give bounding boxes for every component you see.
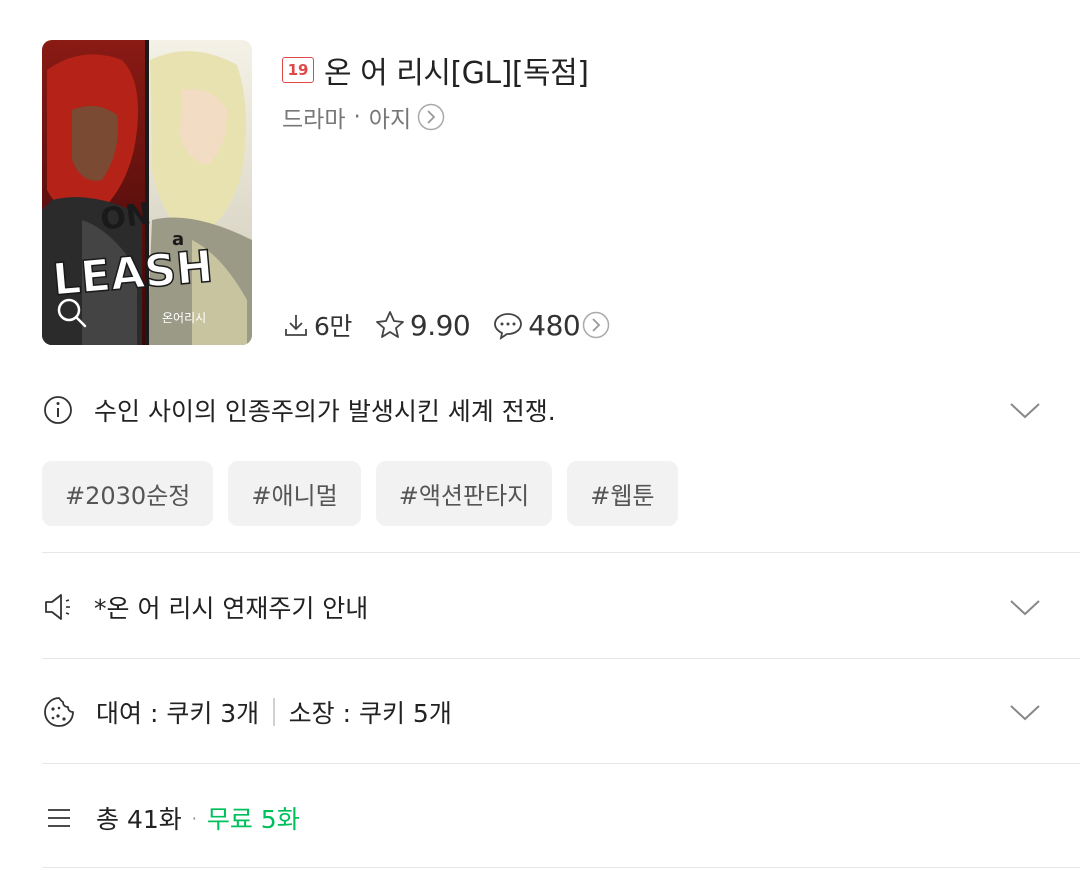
stats-row: 6만 9.90 480	[282, 307, 636, 343]
comment-count[interactable]: 480	[492, 309, 614, 342]
separator-dot: ·	[191, 808, 197, 828]
notice-text: *온 어 리시 연재주기 안내	[94, 594, 369, 623]
separator-dot: ·	[353, 104, 361, 130]
free-episodes: 무료 5화	[206, 805, 300, 834]
chevron-right-circle-icon[interactable]	[417, 103, 445, 131]
comment-icon	[494, 313, 523, 340]
chevron-right-circle-icon[interactable]	[582, 311, 610, 339]
genre-author-row[interactable]: 드라마 · 아지	[282, 100, 445, 134]
download-icon	[285, 315, 307, 336]
cover-image[interactable]: ON a LEASH 온어리시	[42, 40, 252, 345]
description-row[interactable]: 수인 사이의 인종주의가 발생시킨 세계 전쟁.	[42, 380, 1042, 440]
chevron-down-icon[interactable]	[1008, 701, 1042, 723]
search-icon[interactable]	[54, 295, 90, 331]
tag-chip[interactable]: #웹툰	[567, 461, 678, 526]
list-icon	[48, 809, 70, 827]
speaker-icon	[45, 594, 70, 620]
divider	[42, 658, 1080, 659]
episode-row[interactable]: 총 41화 · 무료 5화	[42, 788, 1042, 848]
title-row: 19 온 어 리시[GL][독점]	[282, 48, 589, 92]
author-label: 아지	[368, 107, 412, 133]
divider	[42, 552, 1080, 553]
svg-text:온어리시: 온어리시	[162, 311, 206, 325]
price-row[interactable]: 대여 : 쿠키 3개 소장 : 쿠키 5개	[42, 682, 1042, 742]
info-icon	[44, 396, 72, 424]
divider	[42, 867, 1080, 868]
description-text: 수인 사이의 인종주의가 발생시킨 세계 전쟁.	[94, 397, 556, 426]
cookie-icon	[44, 697, 74, 727]
tag-list: #2030순정 #애니멀 #액션판타지 #웹툰	[42, 461, 693, 526]
webtoon-header: ON a LEASH 온어리시 19 온 어 리시[GL][독점] 드라마 · …	[42, 40, 1042, 345]
svg-text:ON: ON	[98, 196, 153, 238]
star-icon	[376, 311, 404, 338]
notice-row[interactable]: *온 어 리시 연재주기 안내	[42, 577, 1042, 637]
chevron-down-icon[interactable]	[1008, 399, 1042, 421]
rent-price: 대여 : 쿠키 3개	[96, 699, 260, 728]
tag-chip[interactable]: #2030순정	[42, 461, 214, 526]
tag-chip[interactable]: #애니멀	[228, 461, 361, 526]
own-price: 소장 : 쿠키 5개	[288, 699, 452, 728]
webtoon-info: 19 온 어 리시[GL][독점] 드라마 · 아지 6만 9.90 480	[282, 40, 1042, 345]
chevron-down-icon[interactable]	[1008, 596, 1042, 618]
genre-label: 드라마	[282, 107, 346, 133]
tag-chip[interactable]: #액션판타지	[375, 461, 553, 526]
episode-total: 총 41화	[96, 805, 182, 834]
divider	[273, 698, 275, 726]
download-count: 6만	[282, 307, 352, 343]
webtoon-title: 온 어 리시[GL][독점]	[324, 56, 589, 91]
age-rating-badge: 19	[282, 57, 314, 83]
rating: 9.90	[374, 309, 471, 342]
divider	[42, 763, 1080, 764]
